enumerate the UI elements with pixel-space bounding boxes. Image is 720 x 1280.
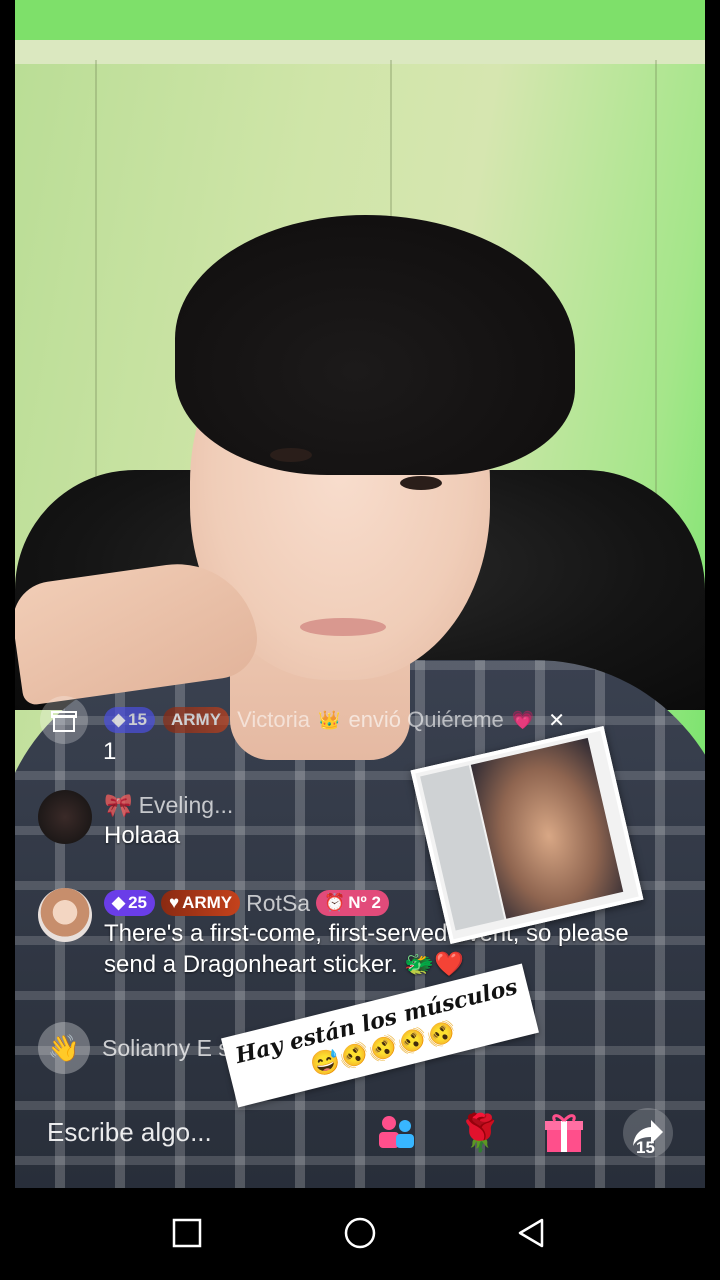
share-count: 15 — [636, 1138, 655, 1157]
heart-gift-icon: 💗 — [511, 709, 535, 730]
fan-club-badge: ♥ ARMY — [161, 890, 241, 916]
crown-icon: 👑 — [318, 709, 341, 730]
background-ceiling — [15, 40, 705, 64]
gift-box-icon[interactable] — [40, 696, 88, 744]
chat-text: Holaaa — [104, 822, 181, 849]
comment-input[interactable]: Escribe algo... — [47, 1102, 237, 1162]
home-icon[interactable] — [335, 1208, 385, 1258]
avatar[interactable] — [38, 888, 92, 942]
level-badge: ◆ 15 — [104, 707, 155, 733]
recents-icon[interactable] — [162, 1208, 212, 1258]
chat-username[interactable]: RotSa — [246, 890, 310, 917]
invite-icon[interactable] — [371, 1108, 421, 1158]
fan-club-badge: ARMY — [163, 707, 230, 733]
avatar[interactable] — [38, 790, 92, 844]
rose-icon[interactable]: 🌹 — [455, 1108, 505, 1158]
background-wall-top — [15, 0, 705, 40]
chat-message[interactable]: 🎀 Eveling... Holaaa — [38, 790, 233, 851]
gift-count: 1 — [103, 738, 117, 765]
streamer-eye — [400, 476, 442, 490]
gift-action: envió Quiéreme — [348, 707, 504, 732]
chat-username[interactable]: Eveling... — [139, 792, 234, 819]
gift-icon[interactable] — [539, 1108, 589, 1158]
streamer-hair — [175, 215, 575, 475]
wave-hand-icon[interactable]: 👋 — [38, 1022, 90, 1074]
bottom-bar: Escribe algo... 🌹 — [15, 1098, 705, 1168]
close-icon[interactable]: ✕ — [548, 708, 565, 733]
streamer-mouth — [300, 618, 386, 636]
bow-icon: 🎀 — [104, 791, 133, 818]
rank-badge: ⏰ Nº 2 — [316, 890, 389, 916]
system-navigation-bar — [0, 1188, 720, 1280]
streamer-eye — [270, 448, 312, 462]
chat-text: There's a first-come, first-served event… — [104, 920, 629, 978]
level-badge: ◆ 25 — [104, 890, 155, 916]
back-icon[interactable] — [506, 1208, 556, 1258]
gift-sender: Victoria — [237, 707, 311, 732]
